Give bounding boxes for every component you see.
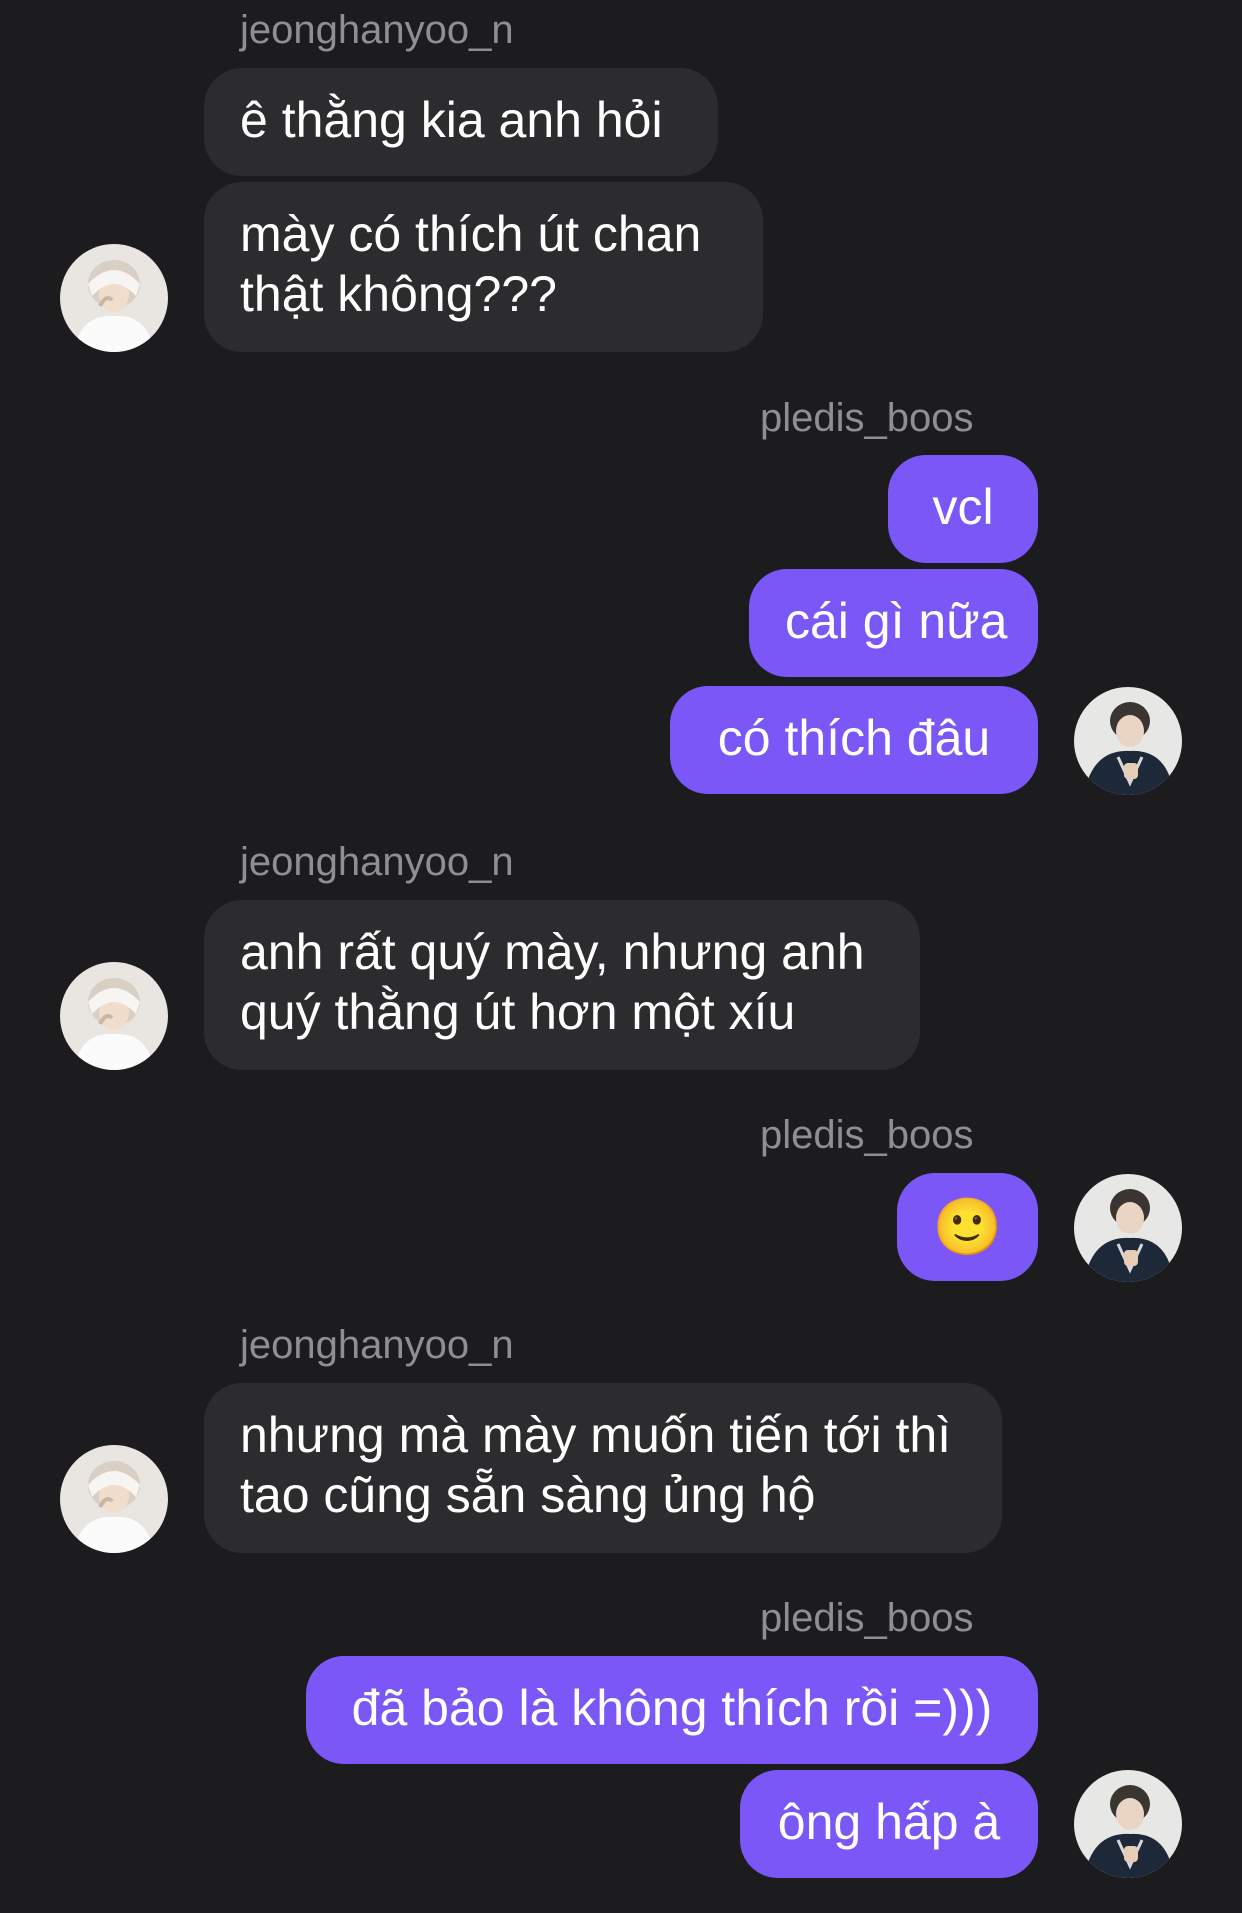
message-text: ông hấp à	[777, 1794, 1001, 1850]
message-text-line: anh rất quý mày, nhưng anh	[240, 924, 865, 980]
incoming-message-bubble[interactable]: mày có thích út chan thật không???	[204, 182, 763, 352]
message-text-line: nhưng mà mày muốn tiến tới thì	[240, 1407, 952, 1463]
message-text-line: thật không???	[240, 266, 557, 322]
outgoing-message-bubble[interactable]: đã bảo là không thích rồi =)))	[306, 1656, 1038, 1764]
avatar-white-hood-person-icon[interactable]	[60, 244, 168, 352]
sender-username[interactable]: pledis_boos	[760, 1598, 974, 1638]
sender-username[interactable]: pledis_boos	[760, 1115, 974, 1155]
message-text-line: mày có thích út chan	[240, 206, 702, 262]
sender-username[interactable]: jeonghanyoo_n	[240, 10, 514, 50]
message-text: cái gì nữa	[785, 593, 1008, 649]
incoming-message-bubble[interactable]: nhưng mà mày muốn tiến tới thì tao cũng …	[204, 1383, 1002, 1553]
message-text: vcl	[932, 479, 994, 535]
outgoing-message-bubble[interactable]: vcl	[888, 455, 1038, 563]
message-text: đã bảo là không thích rồi =)))	[351, 1680, 993, 1736]
chat-screen: { "participants": { "other": { "username…	[0, 0, 1242, 1913]
incoming-message-bubble[interactable]: anh rất quý mày, nhưng anh quý thằng út …	[204, 900, 920, 1070]
message-text-line: tao cũng sẵn sàng ủng hộ	[240, 1467, 816, 1523]
outgoing-message-bubble[interactable]: 🙂	[897, 1173, 1038, 1281]
sender-username[interactable]: pledis_boos	[760, 398, 974, 438]
message-text-line: quý thằng út hơn một xíu	[240, 984, 796, 1040]
avatar-dark-jacket-person-icon[interactable]	[1074, 687, 1182, 795]
sender-username[interactable]: jeonghanyoo_n	[240, 1325, 514, 1365]
avatar-dark-jacket-person-icon[interactable]	[1074, 1770, 1182, 1878]
avatar-white-hood-person-icon[interactable]	[60, 1445, 168, 1553]
sender-username[interactable]: jeonghanyoo_n	[240, 842, 514, 882]
message-text: ê thằng kia anh hỏi	[240, 92, 663, 148]
avatar-dark-jacket-person-icon[interactable]	[1074, 1174, 1182, 1282]
outgoing-message-bubble[interactable]: cái gì nữa	[749, 569, 1038, 677]
avatar-white-hood-person-icon[interactable]	[60, 962, 168, 1070]
outgoing-message-bubble[interactable]: ông hấp à	[740, 1770, 1038, 1878]
incoming-message-bubble[interactable]: ê thằng kia anh hỏi	[204, 68, 718, 176]
outgoing-message-bubble[interactable]: có thích đâu	[670, 686, 1038, 794]
message-text: có thích đâu	[717, 710, 991, 766]
slightly-smiling-face-emoji: 🙂	[932, 1195, 1003, 1258]
